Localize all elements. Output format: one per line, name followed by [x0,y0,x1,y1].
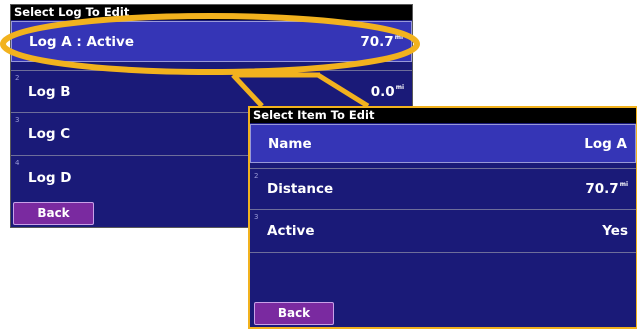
back-button[interactable]: Back [13,202,94,225]
list-item-active[interactable]: 3 Active Yes [250,209,636,252]
item-index: 2 [15,74,20,82]
item-label: Name [268,135,312,152]
item-value: Yes [602,223,628,239]
item-value: 0.0mi [370,83,404,100]
item-value: 70.7mi [585,181,628,197]
item-value: 70.7mi [360,33,403,50]
item-label: Log C [28,126,71,142]
item-label: Log B [28,83,71,100]
unit-label: mi [395,83,404,91]
item-label: Log A : Active [29,33,134,50]
item-index: 4 [15,159,20,167]
screen-title: Select Item To Edit [250,108,636,123]
item-label: Active [267,223,315,239]
item-label: Distance [267,181,334,197]
item-edit-screen: Select Item To Edit Name Log A 2 Distanc… [248,106,637,329]
back-button[interactable]: Back [254,302,334,325]
screen-title: Select Log To Edit [11,5,412,20]
item-label: Log D [28,170,72,186]
unit-label: mi [619,181,628,188]
list-item-log-a[interactable]: Log A : Active 70.7mi [11,21,412,62]
list-item-name[interactable]: Name Log A [250,124,636,163]
item-index: 2 [254,172,259,180]
unit-label: mi [394,33,403,41]
item-index: 3 [15,116,20,124]
item-index: 3 [254,213,259,221]
item-value: Log A [584,135,627,152]
list-item-distance[interactable]: 2 Distance 70.7mi [250,168,636,209]
list-item-empty [250,252,636,299]
